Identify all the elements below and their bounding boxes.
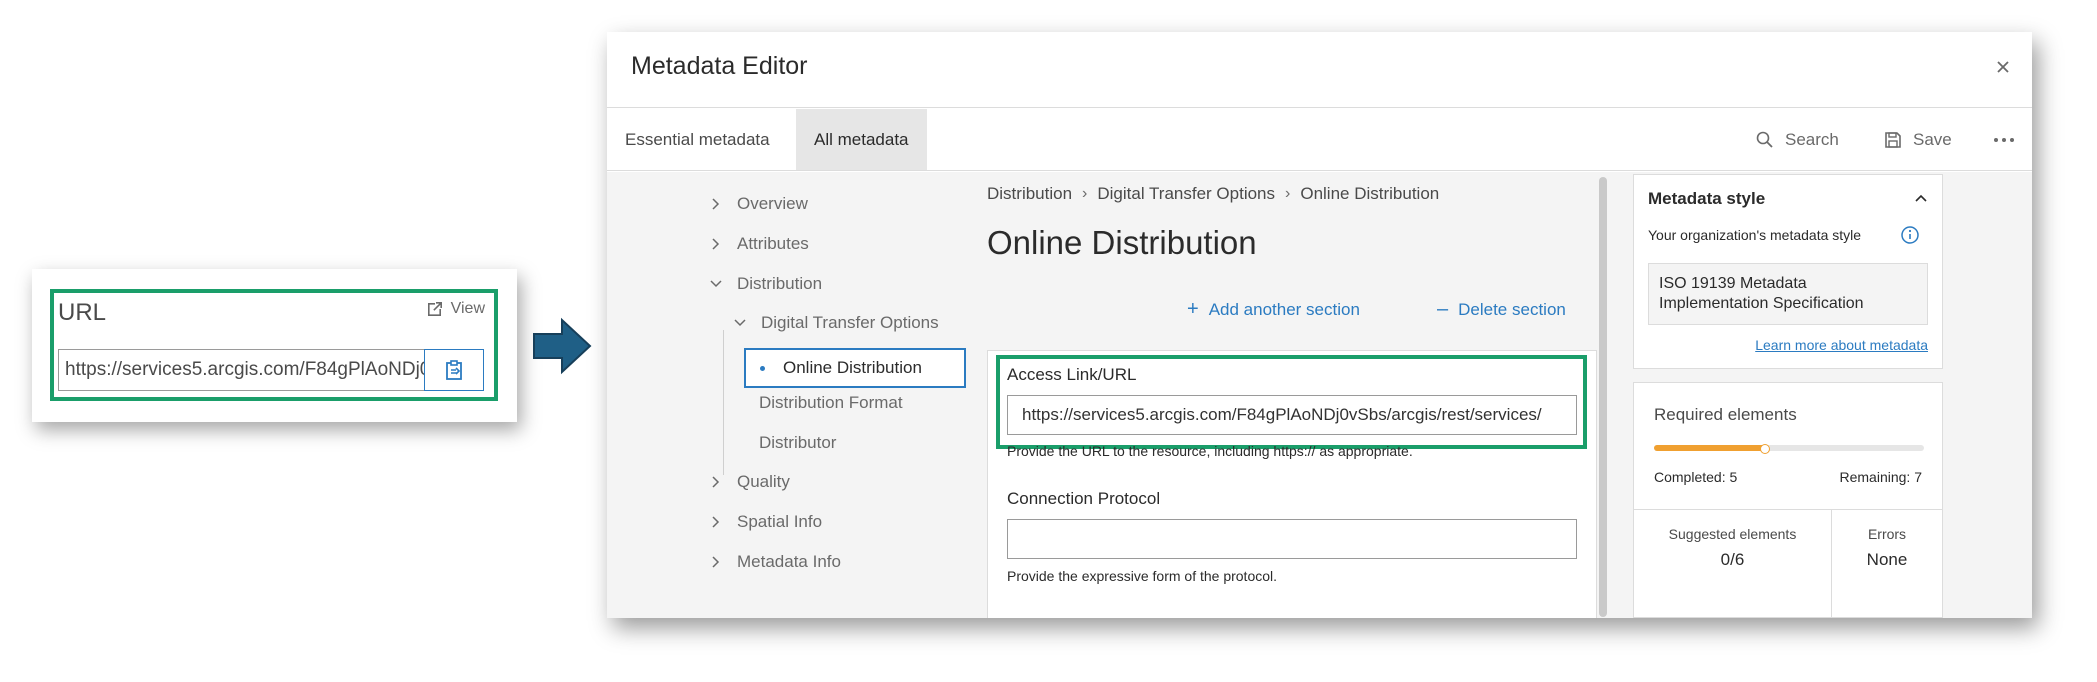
url-label: URL: [58, 299, 107, 326]
chevron-up-icon[interactable]: [1914, 191, 1928, 205]
chevron-right-icon: [712, 476, 720, 488]
required-elements-card: Required elements Completed: 5 Remaining…: [1633, 382, 1943, 618]
suggested-value: 0/6: [1720, 550, 1745, 569]
clipboard-icon: [446, 360, 462, 380]
breadcrumb-item: Online Distribution: [1300, 184, 1440, 203]
screenshot-stage: URL View https://services5.arcgis.com/F8…: [0, 0, 2097, 682]
breadcrumb: Distribution › Digital Transfer Options …: [987, 184, 1439, 204]
chevron-right-icon: [712, 198, 720, 210]
progress-fill: [1654, 444, 1770, 454]
nav-item-distributor[interactable]: Distributor: [759, 433, 836, 453]
completed-count: Completed: 5: [1654, 469, 1738, 485]
nav-label: Distribution: [737, 274, 823, 293]
nav-label: Digital Transfer Options: [761, 313, 939, 332]
chevron-down-icon: [734, 319, 746, 327]
delete-section-button[interactable]: – Delete section: [1437, 298, 1566, 321]
page-title: Online Distribution: [987, 224, 1257, 261]
stats-row: Suggested elements 0/6 Errors None: [1634, 509, 1942, 618]
tab-essential-metadata[interactable]: Essential metadata: [607, 109, 788, 170]
nav-item-metadata-info[interactable]: Metadata Info: [709, 552, 841, 572]
search-label: Search: [1785, 129, 1839, 149]
nav-item-distribution[interactable]: Distribution: [709, 274, 822, 294]
connection-protocol-input[interactable]: [1007, 519, 1577, 559]
chevron-right-icon: ›: [1082, 185, 1088, 202]
chevron-right-icon: [712, 516, 720, 528]
add-section-label: Add another section: [1208, 299, 1360, 319]
external-link-icon: [427, 302, 442, 316]
metadata-sidebar: Metadata style Your organization's metad…: [1633, 172, 1953, 618]
access-link-hint: Provide the URL to the resource, includi…: [1007, 443, 1413, 459]
search-button[interactable]: Search: [1755, 109, 1839, 170]
url-input[interactable]: https://services5.arcgis.com/F84gPlAoNDj…: [58, 349, 436, 391]
nav-label: Overview: [737, 194, 808, 213]
info-icon[interactable]: [1900, 225, 1920, 245]
chevron-right-icon: ›: [1285, 185, 1291, 202]
metadata-style-title: Metadata style: [1648, 189, 1766, 208]
right-arrow-icon: [533, 317, 592, 375]
tab-all-metadata[interactable]: All metadata: [796, 109, 927, 170]
view-label: View: [450, 300, 485, 317]
dialog-body: Overview Attributes Distribution Digital…: [607, 172, 2032, 618]
active-dot: [760, 365, 765, 371]
nav-label: Attributes: [737, 234, 809, 253]
scrollbar[interactable]: [1599, 177, 1607, 617]
nav-label: Online Distribution: [783, 358, 922, 377]
metadata-nav-tree: Overview Attributes Distribution Digital…: [607, 172, 977, 618]
suggested-elements-stat: Suggested elements 0/6: [1634, 510, 1832, 618]
tree-guide-line: [723, 330, 724, 475]
remaining-count: Remaining: 7: [1839, 469, 1923, 485]
nav-item-spatial-info[interactable]: Spatial Info: [709, 512, 822, 532]
errors-stat: Errors None: [1832, 510, 1942, 618]
nav-item-attributes[interactable]: Attributes: [709, 234, 809, 254]
chevron-right-icon: [712, 238, 720, 250]
metadata-editor-dialog: Metadata Editor Essential metadata All m…: [607, 32, 2032, 618]
nav-label: Spatial Info: [737, 512, 823, 531]
plus-icon: +: [1187, 298, 1199, 320]
nav-label: Quality: [737, 472, 790, 491]
learn-more-link[interactable]: Learn more about metadata: [1755, 337, 1928, 353]
connection-protocol-label: Connection Protocol: [1007, 489, 1161, 508]
more-options-button[interactable]: [1993, 109, 2015, 170]
save-label: Save: [1913, 129, 1952, 149]
connection-protocol-hint: Provide the expressive form of the proto…: [1007, 568, 1278, 584]
dialog-header: Metadata Editor: [607, 32, 2032, 108]
breadcrumb-item[interactable]: Distribution: [987, 184, 1072, 204]
view-link[interactable]: View: [425, 299, 485, 319]
errors-label: Errors: [1867, 526, 1907, 542]
save-button[interactable]: Save: [1883, 109, 1952, 170]
more-icon: [1994, 137, 2014, 142]
metadata-style-subtitle: Your organization's metadata style: [1648, 227, 1862, 243]
chevron-down-icon: [710, 280, 722, 288]
required-elements-title: Required elements: [1654, 405, 1797, 424]
required-progress-bar: [1654, 444, 1924, 454]
access-link-input[interactable]: https://services5.arcgis.com/F84gPlAoNDj…: [1007, 395, 1577, 435]
metadata-style-card: Metadata style Your organization's metad…: [1633, 174, 1943, 369]
url-field-snippet: URL View https://services5.arcgis.com/F8…: [32, 269, 517, 422]
nav-item-digital-transfer-options[interactable]: Digital Transfer Options: [733, 313, 939, 333]
metadata-style-value: ISO 19139 Metadata Implementation Specif…: [1648, 263, 1928, 325]
nav-item-overview[interactable]: Overview: [709, 194, 808, 214]
close-icon[interactable]: [1990, 54, 2016, 80]
suggested-label: Suggested elements: [1668, 526, 1797, 542]
nav-label: Metadata Info: [737, 552, 841, 571]
access-link-label: Access Link/URL: [1007, 365, 1137, 384]
nav-item-quality[interactable]: Quality: [709, 472, 790, 492]
editor-main: Distribution › Digital Transfer Options …: [987, 172, 1607, 618]
dialog-title: Metadata Editor: [631, 52, 808, 80]
chevron-right-icon: [712, 556, 720, 568]
minus-icon: –: [1437, 298, 1449, 320]
save-icon: [1885, 131, 1901, 148]
nav-label: Distributor: [759, 433, 837, 452]
dialog-toolbar: Essential metadata All metadata Search S…: [607, 109, 2032, 171]
nav-item-distribution-format[interactable]: Distribution Format: [759, 393, 903, 413]
add-section-button[interactable]: + Add another section: [1187, 298, 1360, 321]
delete-section-label: Delete section: [1458, 299, 1566, 319]
section-panel: Access Link/URL https://services5.arcgis…: [987, 350, 1597, 618]
search-icon: [1756, 131, 1773, 148]
copy-button[interactable]: [424, 349, 484, 391]
nav-label: Distribution Format: [759, 393, 903, 412]
nav-item-online-distribution[interactable]: Online Distribution: [744, 348, 966, 388]
errors-value: None: [1866, 550, 1908, 569]
breadcrumb-item[interactable]: Digital Transfer Options: [1097, 184, 1275, 204]
